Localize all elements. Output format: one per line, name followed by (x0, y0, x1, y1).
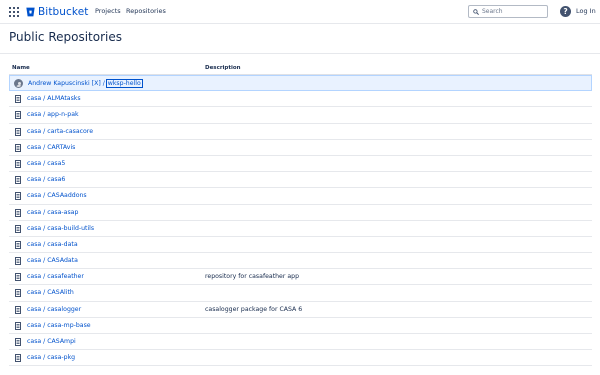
repository-icon (15, 192, 21, 201)
table-row[interactable]: casa / CASAaddons (9, 188, 592, 205)
table-row-highlighted[interactable]: Andrew Kapuscinski [X] / wksp-hello (9, 75, 592, 92)
table-row[interactable]: casa / carta-casacore (9, 124, 592, 140)
nav-projects[interactable]: Projects (95, 7, 121, 15)
repository-icon (15, 289, 21, 298)
repository-link[interactable]: casa / casafeather (27, 273, 84, 280)
repository-icon (15, 224, 21, 233)
repositories-table: Name Description Andrew Kapuscinski [X] … (9, 62, 592, 367)
repository-icon (15, 273, 21, 282)
repository-icon (15, 305, 21, 314)
table-row[interactable]: casa / casa-mp-base (9, 318, 592, 334)
table-row[interactable]: casa / ALMAtasks (9, 91, 592, 108)
table-row[interactable]: casa / casa-build-utils (9, 221, 592, 237)
login-link[interactable]: Log In (576, 7, 596, 15)
repository-link[interactable]: casa / casa-asap (27, 209, 78, 216)
help-icon[interactable]: ? (560, 6, 571, 17)
repository-link[interactable]: casa / casa-mp-base (27, 322, 91, 329)
repository-link[interactable]: casa / ALMAtasks (27, 95, 81, 102)
repo-name[interactable]: wksp-hello (105, 79, 143, 88)
search-input[interactable]: Search (468, 5, 548, 18)
table-row[interactable]: casa / CASAdata (9, 253, 592, 270)
search-icon (473, 9, 479, 15)
repository-link[interactable]: casa / carta-casacore (27, 128, 93, 135)
repository-link[interactable]: casa / CARTAvis (27, 144, 75, 151)
repository-icon (15, 111, 21, 120)
repository-icon (15, 354, 21, 363)
logo-text: Bitbucket (38, 6, 89, 18)
repo-owner[interactable]: Andrew Kapuscinski [X] (28, 80, 101, 87)
repository-link[interactable]: casa / casa-build-utils (27, 225, 94, 232)
page-title: Public Repositories (9, 30, 123, 44)
repository-description: casalogger package for CASA 6 (205, 305, 303, 313)
table-row[interactable]: casa / casa-pkg (9, 350, 592, 367)
table-header: Name Description (9, 62, 592, 75)
repository-link[interactable]: casa / app-n-pak (27, 111, 79, 118)
divider (0, 53, 600, 54)
table-row[interactable]: casa / casalogger casalogger package for … (9, 302, 592, 318)
repository-link[interactable]: casa / casa-pkg (27, 354, 75, 361)
repository-link[interactable]: casa / casalogger (27, 306, 81, 313)
row-name[interactable]: Andrew Kapuscinski [X] / wksp-hello (28, 79, 143, 88)
table-row[interactable]: casa / casafeather repository for casafea… (9, 269, 592, 286)
repo-separator: / (100, 80, 107, 87)
avatar-icon (14, 79, 23, 88)
table-row[interactable]: casa / CASAmpi (9, 334, 592, 351)
table-row[interactable]: casa / casa-asap (9, 205, 592, 221)
repository-description: repository for casafeather app (205, 273, 300, 281)
repository-icon (15, 159, 21, 168)
table-row[interactable]: casa / CASAlith (9, 285, 592, 302)
bitbucket-logo-icon (26, 7, 35, 17)
repository-link[interactable]: casa / CASAmpi (27, 338, 76, 345)
repository-icon (15, 240, 21, 249)
repository-icon (15, 338, 21, 346)
repository-icon (15, 321, 21, 330)
repository-link[interactable]: casa / CASAlith (27, 289, 74, 296)
table-row[interactable]: casa / casa5 (9, 156, 592, 173)
repository-link[interactable]: casa / casa5 (27, 160, 65, 167)
nav-repositories[interactable]: Repositories (126, 7, 166, 15)
repository-icon (15, 127, 21, 136)
search-placeholder: Search (482, 8, 503, 15)
table-row[interactable]: casa / app-n-pak (9, 107, 592, 124)
repository-link[interactable]: casa / casa6 (27, 176, 65, 183)
column-header-description: Description (205, 65, 241, 71)
repository-icon (15, 208, 21, 217)
repository-icon (15, 176, 21, 185)
table-row[interactable]: casa / CARTAvis (9, 140, 592, 156)
repository-icon (15, 95, 21, 104)
repository-link[interactable]: casa / casa-data (27, 241, 78, 248)
repository-link[interactable]: casa / CASAdata (27, 257, 78, 264)
top-navigation-bar: Bitbucket Projects Repositories Search ?… (0, 0, 600, 24)
repository-icon (15, 143, 21, 152)
repository-icon (15, 257, 21, 266)
column-header-name: Name (12, 65, 30, 71)
table-row[interactable]: casa / casa6 (9, 172, 592, 189)
grid-icon[interactable] (9, 7, 19, 17)
repository-link[interactable]: casa / CASAaddons (27, 192, 87, 199)
bitbucket-logo[interactable]: Bitbucket (26, 5, 89, 19)
table-row[interactable]: casa / casa-data (9, 237, 592, 254)
